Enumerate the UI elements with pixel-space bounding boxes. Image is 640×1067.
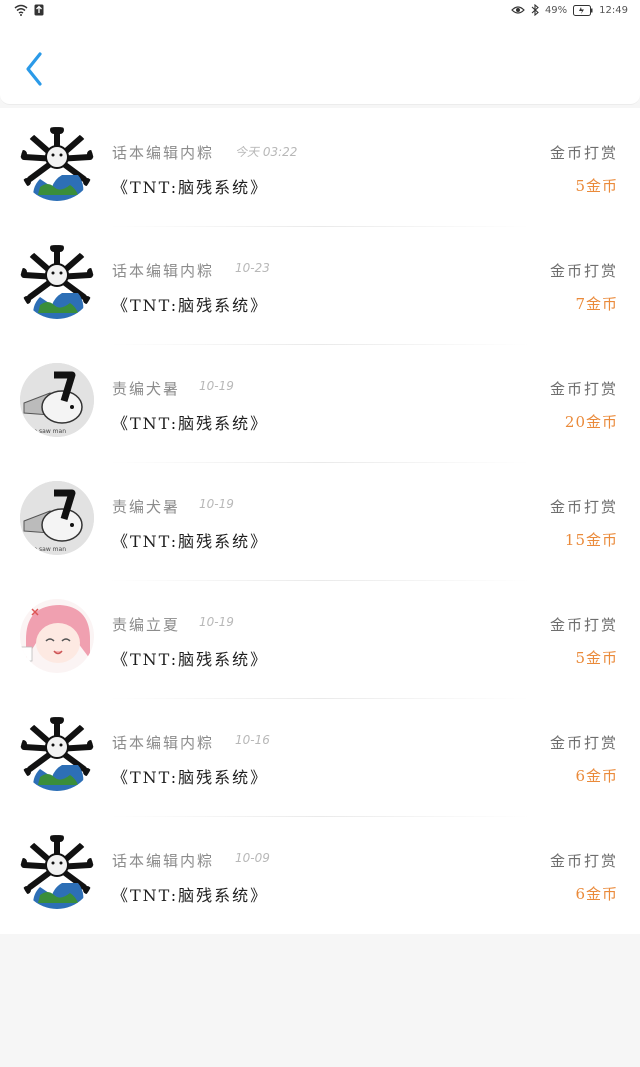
eye-icon [511, 6, 525, 14]
reward-type: 金币打赏 [549, 498, 618, 516]
wifi-icon [14, 4, 28, 16]
user-avatar[interactable]: ain saw man [20, 363, 94, 437]
reward-type: 金币打赏 [549, 144, 618, 162]
battery-icon [573, 4, 593, 16]
battery-percent: 49% [544, 4, 568, 16]
reward-amount: 6金币 [575, 767, 618, 785]
reward-date: 10-19 [199, 615, 234, 629]
user-avatar[interactable]: ain saw man [20, 481, 94, 555]
reward-date: 今天 03:22 [235, 145, 298, 159]
book-title: 《TNT:脑残系统》 [112, 886, 269, 905]
reward-amount: 20金币 [564, 413, 618, 431]
status-bar: 49% 12:49 [0, 0, 640, 24]
sender-name: 责编立夏 [112, 616, 181, 634]
reward-row[interactable]: ain saw man 责编犬暑 10-19 《TNT:脑残系统》 金币打赏 1… [0, 462, 640, 580]
reward-date: 10-16 [235, 733, 270, 747]
reward-row[interactable]: 话本编辑内粽 10-23 《TNT:脑残系统》 金币打赏 7金币 [0, 226, 640, 344]
chainsaw-dog-avatar-image: ain saw man [20, 363, 94, 437]
reward-type: 金币打赏 [549, 616, 618, 634]
reward-date: 10-23 [235, 261, 270, 275]
chainsaw-dog-avatar-image: ain saw man [20, 481, 94, 555]
user-avatar[interactable] [20, 599, 94, 673]
reward-row[interactable]: 话本编辑内粽 10-16 《TNT:脑残系统》 金币打赏 6金币 [0, 698, 640, 816]
svg-text:ain saw man: ain saw man [28, 428, 66, 435]
user-avatar[interactable] [20, 717, 94, 791]
reward-amount: 5金币 [575, 649, 618, 667]
reward-row[interactable]: 话本编辑内粽 今天 03:22 《TNT:脑残系统》 金币打赏 5金币 [0, 108, 640, 226]
reward-list: 话本编辑内粽 今天 03:22 《TNT:脑残系统》 金币打赏 5金币 话本编辑… [0, 108, 640, 934]
sender-name: 话本编辑内粽 [112, 852, 215, 870]
sender-name: 话本编辑内粽 [112, 734, 215, 752]
reward-row[interactable]: 话本编辑内粽 10-09 《TNT:脑残系统》 金币打赏 6金币 [0, 816, 640, 934]
book-title: 《TNT:脑残系统》 [112, 650, 269, 669]
clock: 12:49 [599, 4, 628, 16]
bluetooth-icon [531, 4, 539, 16]
book-title: 《TNT:脑残系统》 [112, 768, 269, 787]
book-title: 《TNT:脑残系统》 [112, 296, 269, 315]
reward-row[interactable]: ain saw man 责编犬暑 10-19 《TNT:脑残系统》 金币打赏 2… [0, 344, 640, 462]
book-title: 《TNT:脑残系统》 [112, 532, 269, 551]
sender-name: 话本编辑内粽 [112, 262, 215, 280]
anime-girl-avatar-image [20, 599, 94, 673]
user-avatar[interactable] [20, 245, 94, 319]
upload-icon [34, 4, 44, 16]
book-title: 《TNT:脑残系统》 [112, 414, 269, 433]
reward-amount: 6金币 [575, 885, 618, 903]
user-avatar[interactable] [20, 835, 94, 909]
reward-type: 金币打赏 [549, 852, 618, 870]
reward-type: 金币打赏 [549, 380, 618, 398]
app-header [0, 24, 640, 105]
book-title: 《TNT:脑残系统》 [112, 178, 269, 197]
back-button[interactable] [16, 46, 56, 92]
sender-name: 责编犬暑 [112, 498, 181, 516]
reward-amount: 7金币 [575, 295, 618, 313]
chevron-left-icon [26, 52, 42, 86]
reward-amount: 5金币 [575, 177, 618, 195]
bone-globe-avatar-image [20, 245, 94, 319]
reward-date: 10-09 [235, 851, 270, 865]
reward-date: 10-19 [199, 379, 234, 393]
bone-globe-avatar-image [20, 835, 94, 909]
reward-type: 金币打赏 [549, 262, 618, 280]
reward-date: 10-19 [199, 497, 234, 511]
bone-globe-avatar-image [20, 127, 94, 201]
sender-name: 责编犬暑 [112, 380, 181, 398]
svg-text:ain saw man: ain saw man [28, 546, 66, 553]
reward-amount: 15金币 [564, 531, 618, 549]
user-avatar[interactable] [20, 127, 94, 201]
sender-name: 话本编辑内粽 [112, 144, 215, 162]
bone-globe-avatar-image [20, 717, 94, 791]
reward-type: 金币打赏 [549, 734, 618, 752]
reward-row[interactable]: 责编立夏 10-19 《TNT:脑残系统》 金币打赏 5金币 [0, 580, 640, 698]
